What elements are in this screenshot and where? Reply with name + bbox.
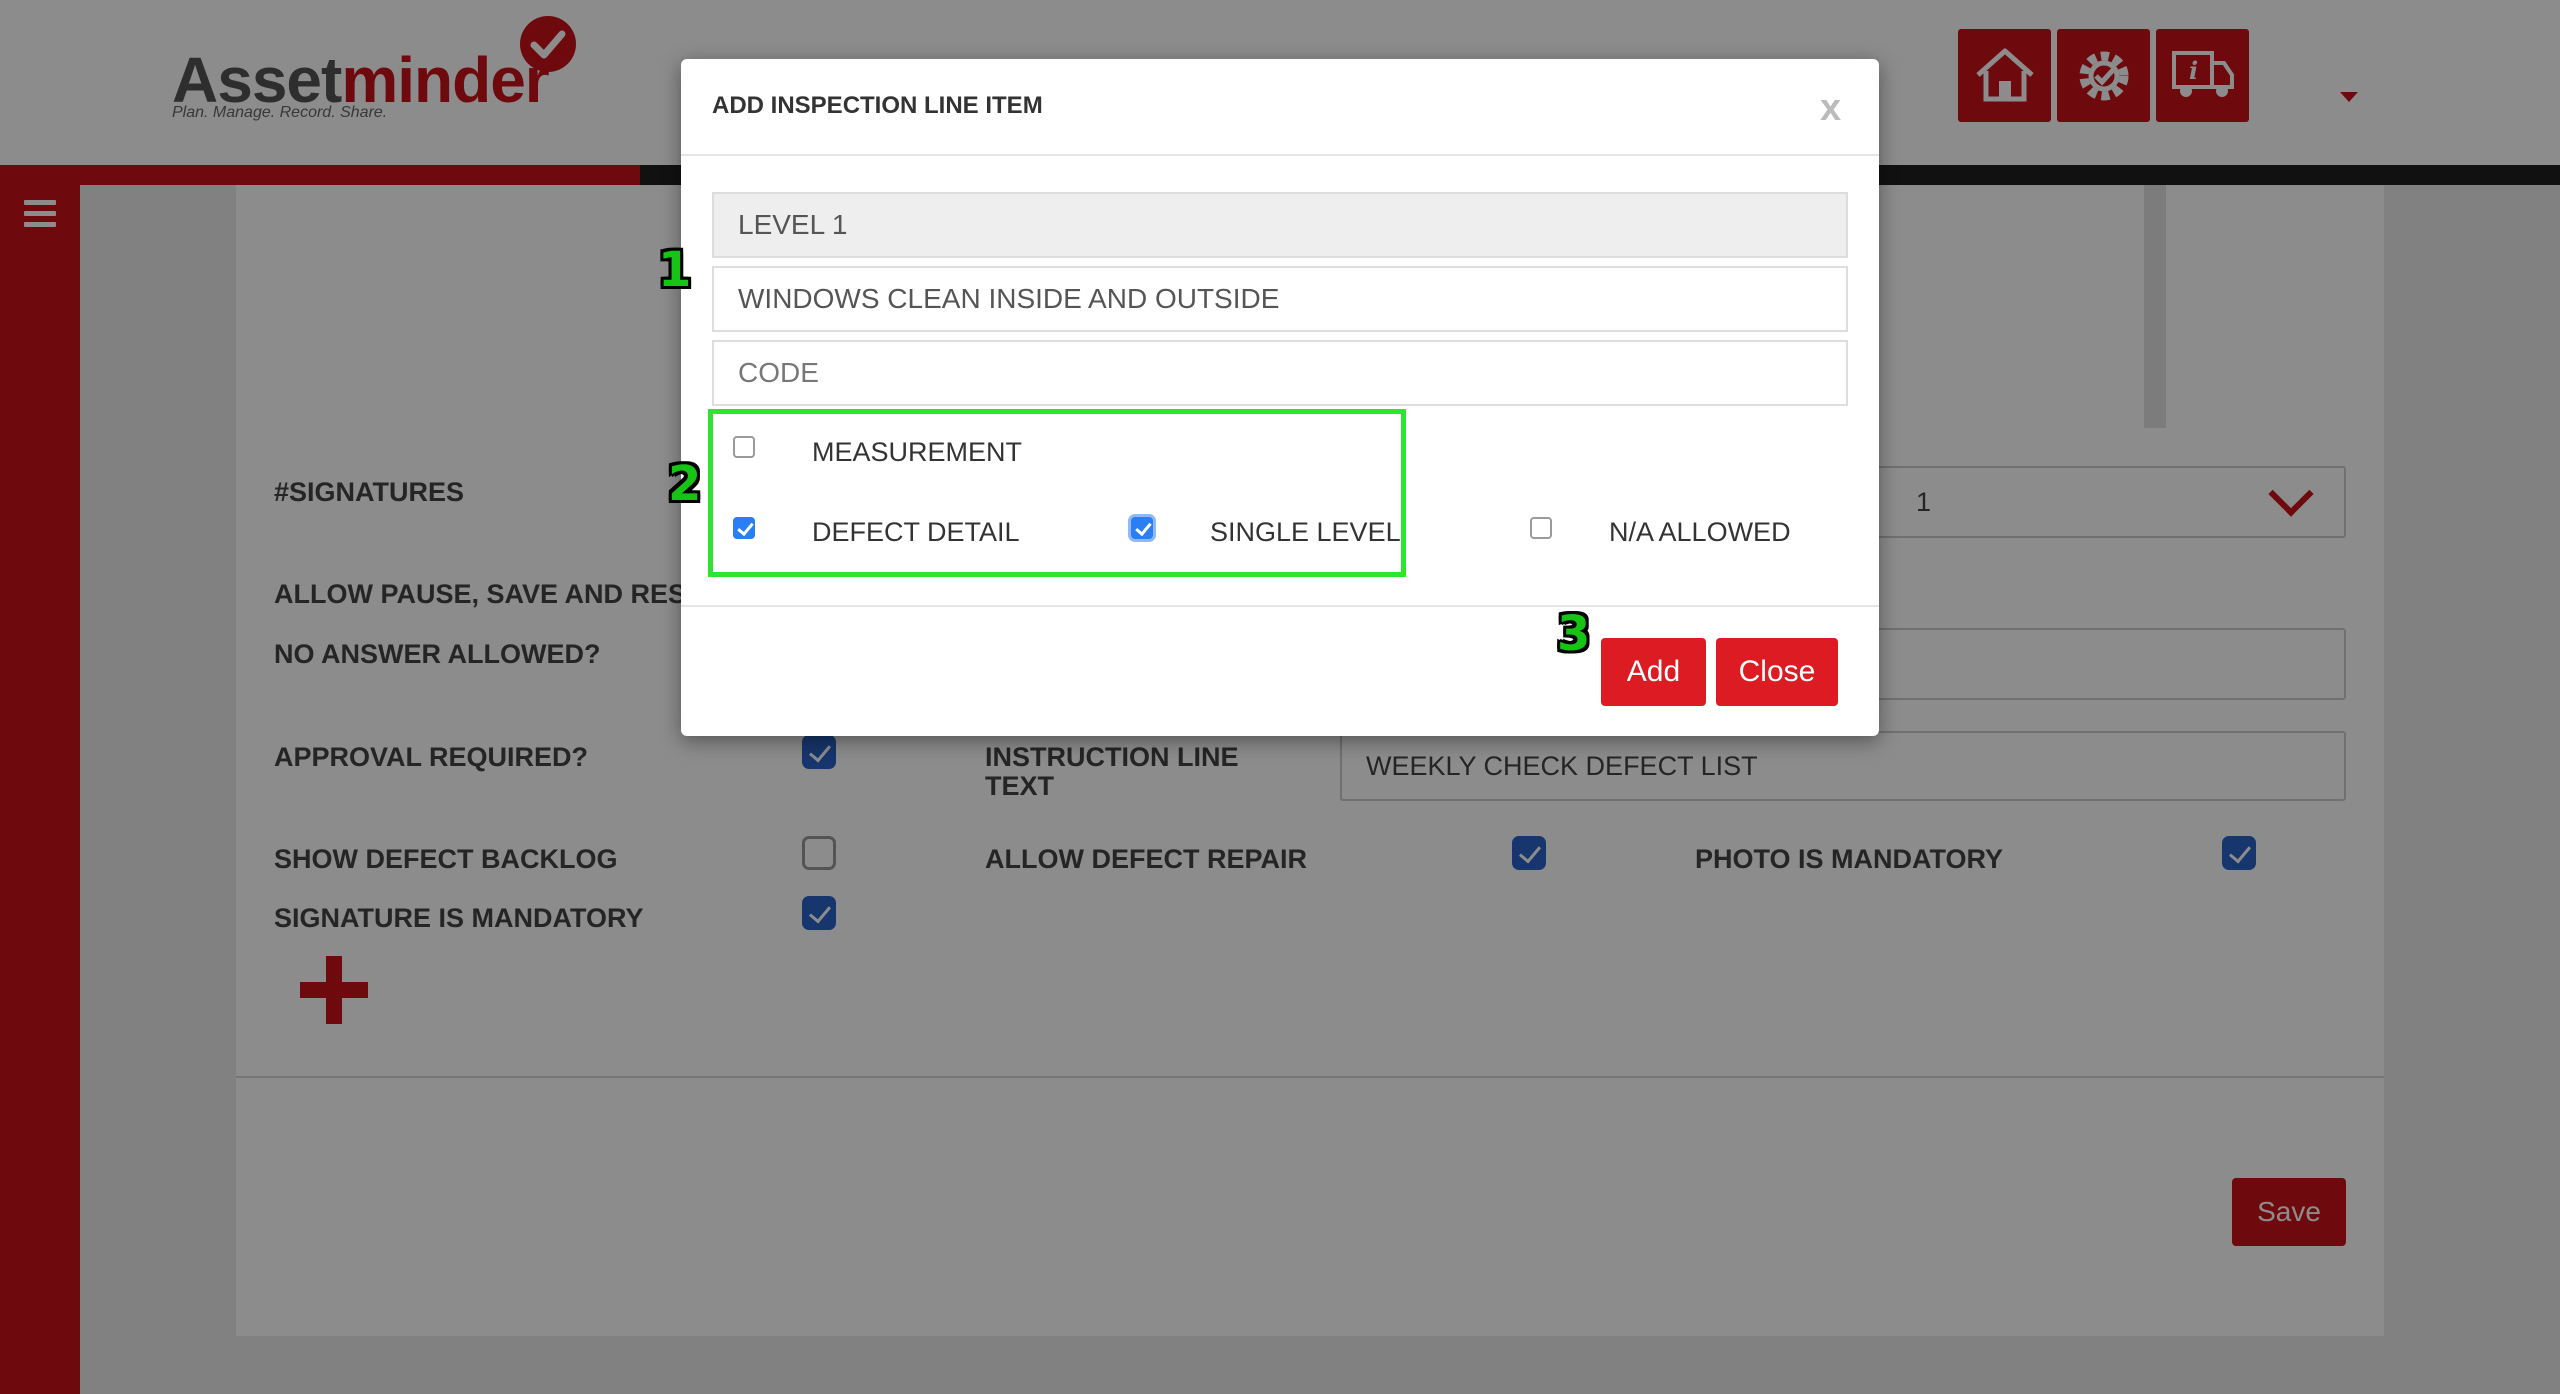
step-marker-1: 1 [658,242,692,298]
modal-footer-divider [681,605,1879,607]
highlight-box [708,409,1406,577]
modal-header-divider [681,154,1879,156]
code-input[interactable]: CODE [712,340,1848,406]
level-input[interactable]: LEVEL 1 [712,192,1848,258]
modal-title: ADD INSPECTION LINE ITEM [712,92,1043,119]
step-marker-2: 2 [668,456,702,512]
close-button[interactable]: Close [1716,638,1838,706]
description-value: WINDOWS CLEAN INSIDE AND OUTSIDE [738,283,1280,314]
level-value: LEVEL 1 [738,209,848,240]
add-button[interactable]: Add [1601,638,1706,706]
code-placeholder: CODE [738,357,819,388]
na-allowed-label: N/A ALLOWED [1609,517,1791,547]
description-input[interactable]: WINDOWS CLEAN INSIDE AND OUTSIDE [712,266,1848,332]
step-marker-3: 3 [1557,606,1591,662]
modal-close-icon[interactable]: x [1820,88,1841,128]
na-allowed-checkbox[interactable] [1530,517,1552,539]
